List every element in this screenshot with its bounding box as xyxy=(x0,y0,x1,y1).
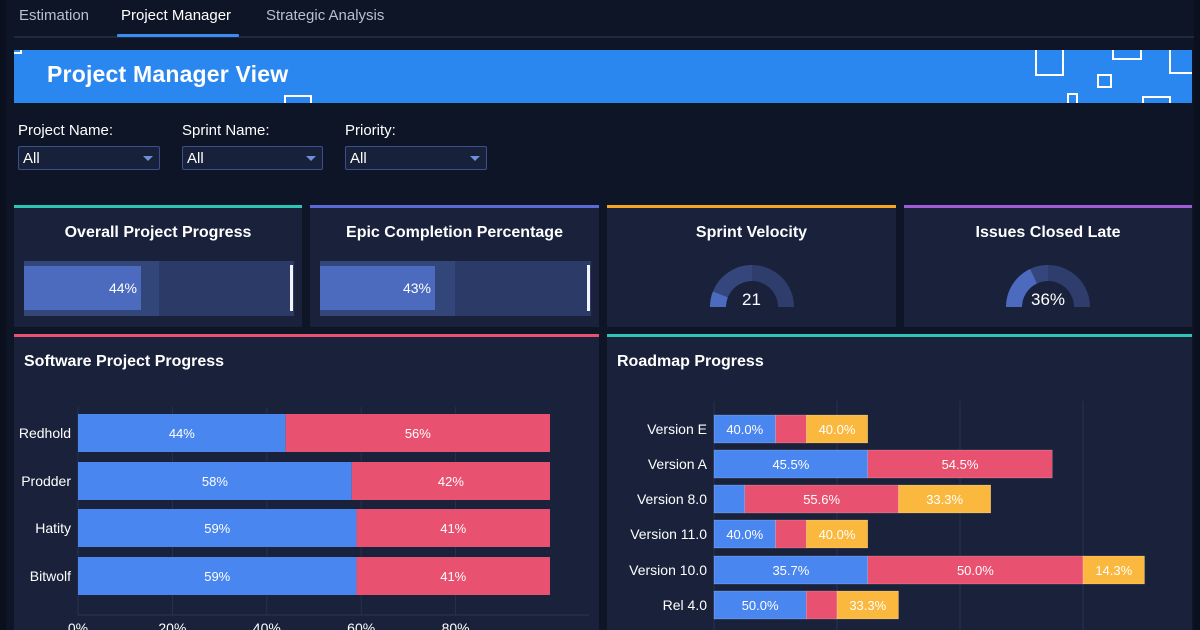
chevron-down-icon xyxy=(143,156,153,161)
banner-decoration xyxy=(1097,74,1112,88)
issues-closed-late-value: 36% xyxy=(1030,290,1066,309)
card-title: Sprint Velocity xyxy=(695,224,808,241)
progress-value: 43% xyxy=(402,280,431,296)
y-category-label: Prodder xyxy=(21,473,71,489)
chevron-down-icon xyxy=(470,156,480,161)
bar-data-label: 35.7% xyxy=(772,563,809,578)
x-tick-label: 20% xyxy=(158,620,186,630)
page-title: Project Manager View xyxy=(47,61,289,87)
bar-data-label: 14.3% xyxy=(1095,563,1132,578)
bar-data-label: 40.0% xyxy=(726,422,763,437)
banner-decoration xyxy=(1035,50,1064,76)
overall-progress-bar: 44% xyxy=(24,261,294,316)
y-category-label: Version A xyxy=(648,456,708,472)
window-right-edge xyxy=(1194,0,1200,630)
x-tick-label: 40% xyxy=(253,620,281,630)
x-tick-label: 0% xyxy=(68,620,88,630)
software-project-progress-chart: 0% 20% 40% 60% 80% Redhold 44% 56% Prodder 58% 42%… xyxy=(19,407,589,630)
project-name-select[interactable]: All xyxy=(18,146,160,170)
sprint-name-value: All xyxy=(187,150,204,167)
y-category-label: Rel 4.0 xyxy=(663,597,708,613)
x-tick-label: 80% xyxy=(442,620,470,630)
bar-data-label: 50.0% xyxy=(957,563,994,578)
software-project-progress-panel: Software Project Progress 0% 20% 40% 60% 80%… xyxy=(14,334,599,630)
y-category-label: Hatity xyxy=(35,520,71,536)
priority-label: Priority: xyxy=(345,122,396,139)
bar-data-label: 41% xyxy=(440,569,466,584)
chevron-down-icon xyxy=(306,156,316,161)
project-name-label: Project Name: xyxy=(18,122,114,139)
banner-decoration xyxy=(14,50,22,54)
priority-select[interactable]: All xyxy=(345,146,487,170)
priority-value: All xyxy=(350,150,367,167)
card-title: Issues Closed Late xyxy=(975,224,1121,241)
roadmap-progress-chart: Version E 40.0% 40.0% Version A 45.5% 54.5% Ve… xyxy=(629,401,1145,630)
overall-project-progress-card: Overall Project Progress 44% xyxy=(14,205,302,327)
tab-estimation[interactable]: Estimation xyxy=(19,7,89,24)
y-category-label: Version 11.0 xyxy=(630,526,707,542)
bar-data-label: 56% xyxy=(405,426,431,441)
bar-segment xyxy=(713,484,745,514)
bar-data-label: 50.0% xyxy=(742,598,779,613)
y-category-label: Bitwolf xyxy=(30,568,71,584)
sprint-velocity-card: Sprint Velocity 21 xyxy=(607,205,896,327)
bar-data-label: 58% xyxy=(202,474,228,489)
bar-data-label: 41% xyxy=(440,521,466,536)
progress-target-marker xyxy=(587,265,590,311)
tab-project-manager[interactable]: Project Manager xyxy=(121,7,231,24)
epic-progress-bar: 43% xyxy=(320,261,591,316)
epic-completion-card: Epic Completion Percentage 43% xyxy=(310,205,599,327)
dashboard-page: Estimation Project Manager Strategic Ana… xyxy=(0,0,1200,630)
sprint-velocity-value: 21 xyxy=(742,290,761,309)
y-category-label: Version 10.0 xyxy=(629,562,707,578)
page-banner: Project Manager View xyxy=(14,50,1192,103)
bar-data-label: 45.5% xyxy=(772,457,809,472)
sprint-name-label: Sprint Name: xyxy=(182,122,270,139)
project-name-filter: Project Name: All xyxy=(18,122,160,170)
card-title: Overall Project Progress xyxy=(64,224,252,241)
banner-decoration xyxy=(1067,93,1078,103)
bar-segment xyxy=(806,590,838,620)
priority-filter: Priority: All xyxy=(345,122,487,170)
sprint-name-select[interactable]: All xyxy=(182,146,323,170)
banner-decoration xyxy=(1142,96,1171,103)
issues-closed-late-card: Issues Closed Late 36% xyxy=(904,205,1192,327)
tab-strategic-analysis[interactable]: Strategic Analysis xyxy=(266,7,384,24)
bar-data-label: 42% xyxy=(438,474,464,489)
y-category-label: Redhold xyxy=(19,425,71,441)
bar-data-label: 33.3% xyxy=(926,492,963,507)
tab-bar: Estimation Project Manager Strategic Ana… xyxy=(14,0,1194,38)
banner-decoration xyxy=(284,95,312,103)
bar-segment xyxy=(775,414,807,444)
sprint-name-filter: Sprint Name: All xyxy=(182,122,323,170)
x-tick-label: 60% xyxy=(347,620,375,630)
roadmap-progress-panel: Roadmap Progress Version E 40.0% 40.0% Vers… xyxy=(607,334,1192,630)
bar-segment xyxy=(775,519,807,549)
progress-target-marker xyxy=(290,265,293,311)
banner-decoration xyxy=(1169,50,1192,74)
banner-decoration xyxy=(1112,50,1142,60)
window-left-edge xyxy=(0,0,6,630)
bar-data-label: 40.0% xyxy=(726,527,763,542)
y-category-label: Version 8.0 xyxy=(637,491,707,507)
bar-data-label: 33.3% xyxy=(849,598,886,613)
active-tab-indicator xyxy=(117,34,239,37)
bar-data-label: 59% xyxy=(204,569,230,584)
progress-value: 44% xyxy=(108,280,137,296)
bar-data-label: 54.5% xyxy=(942,457,979,472)
bar-data-label: 40.0% xyxy=(819,527,856,542)
y-category-label: Version E xyxy=(647,421,707,437)
bar-data-label: 40.0% xyxy=(819,422,856,437)
bar-data-label: 44% xyxy=(169,426,195,441)
card-title: Epic Completion Percentage xyxy=(346,224,563,241)
project-name-value: All xyxy=(23,150,40,167)
bar-data-label: 55.6% xyxy=(803,492,840,507)
bar-data-label: 59% xyxy=(204,521,230,536)
